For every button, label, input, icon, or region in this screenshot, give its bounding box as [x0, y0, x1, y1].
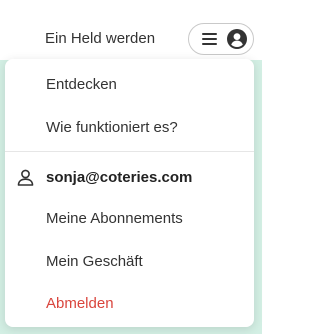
menu-item-discover[interactable]: Entdecken	[46, 76, 117, 94]
hamburger-menu-icon	[202, 33, 217, 45]
user-icon	[17, 169, 34, 186]
user-avatar-icon	[227, 29, 247, 49]
dropdown-menu: Entdecken Wie funktioniert es? sonja@cot…	[5, 59, 254, 327]
menu-divider	[5, 151, 254, 152]
account-email: sonja@coteries.com	[46, 169, 193, 186]
menu-item-how-it-works[interactable]: Wie funktioniert es?	[46, 119, 178, 137]
logout-button[interactable]: Abmelden	[46, 295, 114, 313]
menu-item-my-shop[interactable]: Mein Geschäft	[46, 253, 143, 271]
menu-item-subscriptions[interactable]: Meine Abonnements	[46, 210, 183, 228]
become-hero-link[interactable]: Ein Held werden	[45, 30, 155, 48]
user-menu-toggle[interactable]	[188, 23, 254, 55]
